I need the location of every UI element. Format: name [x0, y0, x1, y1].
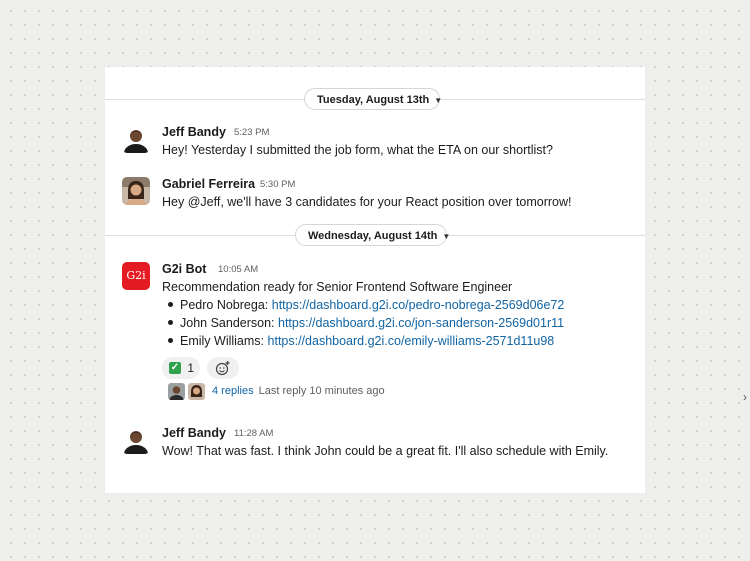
- bullet-dot: [168, 302, 173, 308]
- list-item: Pedro Nobrega: https://dashboard.g2i.co/…: [168, 298, 564, 312]
- author-name[interactable]: Jeff Bandy: [162, 426, 226, 440]
- avatar-jeff-bandy[interactable]: [122, 426, 150, 454]
- message-text: Recommendation ready for Senior Frontend…: [162, 280, 513, 294]
- candidate-link[interactable]: https://dashboard.g2i.co/emily-williams-…: [268, 334, 555, 348]
- avatar-jeff-bandy[interactable]: [122, 125, 150, 153]
- reaction-check[interactable]: ✓ 1: [162, 357, 200, 379]
- chevron-right-icon[interactable]: ›: [743, 390, 747, 404]
- timestamp[interactable]: 5:23 PM: [234, 127, 269, 138]
- chat-panel: Tuesday, August 13th ▼ Jeff Bandy 5:23 PM…: [105, 67, 645, 493]
- replies-link[interactable]: 4 replies: [212, 385, 254, 397]
- author-name[interactable]: Jeff Bandy: [162, 125, 226, 139]
- timestamp[interactable]: 10:05 AM: [218, 264, 258, 275]
- chevron-down-icon[interactable]: ▼: [442, 232, 450, 241]
- candidate-link[interactable]: https://dashboard.g2i.co/pedro-nobrega-2…: [272, 298, 565, 312]
- timestamp[interactable]: 11:28 AM: [234, 428, 273, 439]
- reaction-count: 1: [187, 361, 195, 375]
- white-check-mark-icon: ✓: [169, 361, 181, 374]
- candidate-link[interactable]: https://dashboard.g2i.co/jon-sanderson-2…: [278, 316, 564, 330]
- message-text: Wow! That was fast. I think John could b…: [162, 444, 609, 458]
- add-emoji-icon: [215, 360, 230, 375]
- candidate-name: Pedro Nobrega:: [180, 298, 269, 312]
- author-name[interactable]: Gabriel Ferreira: [162, 177, 255, 191]
- last-reply-text: Last reply 10 minutes ago: [258, 385, 385, 397]
- avatar-gabriel-ferreira[interactable]: [122, 177, 150, 205]
- date-pill-tuesday[interactable]: Tuesday, August 13th ▼: [304, 88, 442, 110]
- message-text: Hey! Yesterday I submitted the job form,…: [162, 143, 553, 157]
- date-label: Wednesday, August 14th: [308, 230, 438, 242]
- timestamp[interactable]: 5:30 PM: [260, 179, 295, 190]
- message-text: Hey @Jeff, we'll have 3 candidates for y…: [162, 195, 572, 209]
- chevron-down-icon[interactable]: ▼: [434, 96, 442, 105]
- date-label: Tuesday, August 13th: [317, 94, 430, 106]
- list-item: Emily Williams: https://dashboard.g2i.co…: [168, 334, 554, 348]
- candidate-name: John Sanderson:: [180, 316, 275, 330]
- bullet-dot: [168, 320, 173, 326]
- bullet-dot: [168, 338, 173, 344]
- bot-avatar[interactable]: G2i: [122, 262, 150, 290]
- thread-avatar[interactable]: [168, 383, 185, 400]
- author-name[interactable]: G2i Bot: [162, 262, 206, 276]
- list-item: John Sanderson: https://dashboard.g2i.co…: [168, 316, 564, 330]
- thread-summary: 4 replies Last reply 10 minutes ago: [212, 385, 385, 397]
- add-reaction-button[interactable]: [207, 357, 239, 379]
- candidate-name: Emily Williams:: [180, 334, 265, 348]
- date-pill-wednesday[interactable]: Wednesday, August 14th ▼: [295, 224, 450, 246]
- thread-avatar[interactable]: [188, 383, 205, 400]
